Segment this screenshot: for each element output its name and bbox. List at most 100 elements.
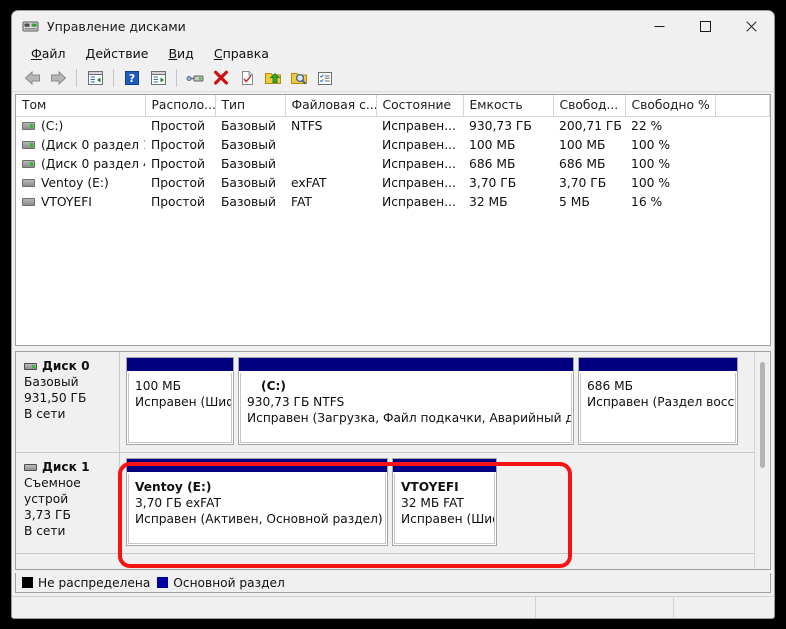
- table-row[interactable]: (Диск 0 раздел 1) Простой Базовый Исправ…: [16, 135, 770, 154]
- cell-type: Базовый: [221, 175, 276, 190]
- table-row[interactable]: (C:) Простой Базовый NTFS Исправен... 93…: [16, 116, 770, 135]
- volume-name: VTOYEFI: [41, 194, 92, 209]
- cell-capacity: 100 МБ: [469, 137, 516, 152]
- disk-title-0: Диск 0: [24, 358, 119, 374]
- disk-label-0[interactable]: Диск 0 Базовый 931,50 ГБ В сети: [16, 352, 120, 452]
- cell-type: Базовый: [221, 137, 276, 152]
- table-row[interactable]: Ventoy (E:) Простой Базовый exFAT Исправ…: [16, 173, 770, 192]
- legend-item-primary-partition: Основной раздел: [157, 576, 285, 590]
- disk-row-0[interactable]: Диск 0 Базовый 931,50 ГБ В сети 100 МБ И…: [16, 352, 754, 453]
- content-area: Том Располо... Тип Файловая с... Состоян…: [12, 92, 774, 596]
- column-header-free-percent[interactable]: Свободно %: [625, 95, 716, 117]
- volume-icon-gray: [22, 197, 35, 206]
- legend-label-primary-partition: Основной раздел: [173, 575, 285, 590]
- column-header-status[interactable]: Состояние: [376, 95, 464, 117]
- menu-item-view[interactable]: Вид: [158, 44, 203, 64]
- graphical-view-scrollbar[interactable]: [754, 352, 770, 569]
- cell-volume: Ventoy (E:): [16, 173, 145, 192]
- cell-spacer: [715, 173, 770, 192]
- partition-body: 100 МБ Исправен (Шифро: [128, 373, 232, 443]
- legend-bar: Не распределена Основной раздел: [15, 573, 771, 593]
- disk-size-1: 3,73 ГБ: [24, 508, 71, 522]
- legend-label-unallocated: Не распределена: [38, 575, 151, 590]
- graphical-view-inner: Диск 0 Базовый 931,50 ГБ В сети 100 МБ И…: [16, 352, 754, 569]
- cell-free: 686 МБ: [559, 156, 606, 171]
- legend-item-unallocated: Не распределена: [22, 576, 150, 590]
- minimize-button[interactable]: [636, 11, 682, 42]
- column-header-filesystem[interactable]: Файловая с...: [285, 95, 377, 117]
- cell-capacity: 32 МБ: [469, 194, 508, 209]
- partition-bar: [393, 459, 496, 473]
- column-header-layout[interactable]: Располо...: [145, 95, 216, 117]
- volume-icon-gray: [22, 178, 35, 187]
- menu-accel-action: Д: [85, 45, 96, 61]
- back-icon[interactable]: [20, 67, 44, 90]
- menu-item-help[interactable]: Справка: [204, 44, 279, 64]
- cell-type: Базовый: [221, 156, 276, 171]
- graphical-view-pane[interactable]: Диск 0 Базовый 931,50 ГБ В сети 100 МБ И…: [15, 351, 771, 570]
- help-icon[interactable]: ?: [120, 67, 144, 90]
- volume-list-pane[interactable]: Том Располо... Тип Файловая с... Состоян…: [15, 94, 771, 346]
- column-header-spacer[interactable]: [715, 95, 770, 117]
- column-header-free[interactable]: Свобод...: [553, 95, 626, 117]
- menu-label-view: ид: [177, 45, 194, 61]
- cell-status: Исправен...: [382, 118, 456, 133]
- scrollbar-thumb[interactable]: [760, 362, 765, 468]
- partition-1-0[interactable]: Ventoy (E:) 3,70 ГБ exFAT Исправен (Акти…: [126, 458, 388, 546]
- cell-type: Базовый: [221, 194, 276, 209]
- cell-volume: VTOYEFI: [16, 192, 145, 211]
- status-bar: [12, 596, 774, 618]
- show-hide-console-tree-icon[interactable]: [83, 67, 107, 90]
- column-header-type[interactable]: Тип: [215, 95, 286, 117]
- cell-volume: (Диск 0 раздел 1): [16, 135, 145, 154]
- status-cell-1: [12, 597, 536, 618]
- window-title: Управление дисками: [47, 18, 186, 34]
- table-row[interactable]: (Диск 0 раздел 4) Простой Базовый Исправ…: [16, 154, 770, 173]
- rescan-disks-icon[interactable]: [235, 67, 259, 90]
- partition-0-1[interactable]: (C:) 930,73 ГБ NTFS Исправен (Загрузка, …: [238, 357, 574, 445]
- forward-icon[interactable]: [46, 67, 70, 90]
- export-list-icon[interactable]: [261, 67, 285, 90]
- column-header-volume[interactable]: Том: [16, 95, 146, 117]
- disk-state-0: В сети: [24, 407, 66, 421]
- cell-free: 5 МБ: [559, 194, 590, 209]
- disk-title-1: Диск 1: [24, 459, 119, 475]
- column-header-capacity[interactable]: Емкость: [463, 95, 554, 117]
- menu-label-help: правка: [222, 45, 269, 61]
- properties-icon[interactable]: [183, 67, 207, 90]
- cell-layout: Простой: [151, 156, 206, 171]
- partition-0-0[interactable]: 100 МБ Исправен (Шифро: [126, 357, 234, 445]
- search-icon[interactable]: [287, 67, 311, 90]
- cell-filesystem: [285, 154, 376, 173]
- cell-filesystem: [285, 135, 376, 154]
- toolbar-separator: [176, 69, 177, 87]
- disk-label-1[interactable]: Диск 1 Съемное устрой 3,73 ГБ В сети: [16, 453, 120, 553]
- disk-row-1[interactable]: Диск 1 Съемное устрой 3,73 ГБ В сети Ven…: [16, 453, 754, 554]
- maximize-button[interactable]: [682, 11, 728, 42]
- show-action-pane-icon[interactable]: [146, 67, 170, 90]
- svg-text:?: ?: [129, 72, 135, 85]
- delete-icon[interactable]: [209, 67, 233, 90]
- options-icon[interactable]: [313, 67, 337, 90]
- screenshot-root: Управление дисками Файл Действие Вид Спр…: [0, 0, 786, 629]
- partition-size-fs: 930,73 ГБ NTFS: [247, 395, 345, 409]
- cell-status: Исправен...: [382, 137, 456, 152]
- close-button[interactable]: [728, 11, 774, 42]
- menu-item-action[interactable]: Действие: [76, 44, 159, 64]
- partition-0-2[interactable]: 686 МБ Исправен (Раздел восстанс: [578, 357, 738, 445]
- volume-icon-green: [22, 140, 35, 149]
- volume-name: Ventoy (E:): [41, 175, 109, 190]
- disk-state-1: В сети: [24, 524, 66, 538]
- disk-icon-green: [24, 362, 37, 370]
- cell-volume: (Диск 0 раздел 4): [16, 154, 145, 173]
- toolbar: ?: [12, 65, 774, 92]
- partition-1-1[interactable]: VTOYEFI 32 МБ FAT Исправен (Шифр: [392, 458, 497, 546]
- volume-table-body: (C:) Простой Базовый NTFS Исправен... 93…: [16, 116, 770, 211]
- cell-filesystem: FAT: [291, 194, 312, 209]
- volume-icon-green: [22, 159, 35, 168]
- title-bar: Управление дисками: [12, 11, 774, 42]
- cell-spacer: [715, 154, 770, 173]
- partition-body: Ventoy (E:) 3,70 ГБ exFAT Исправен (Акти…: [128, 474, 386, 544]
- menu-item-file[interactable]: Файл: [21, 44, 76, 64]
- table-row[interactable]: VTOYEFI Простой Базовый FAT Исправен... …: [16, 192, 770, 211]
